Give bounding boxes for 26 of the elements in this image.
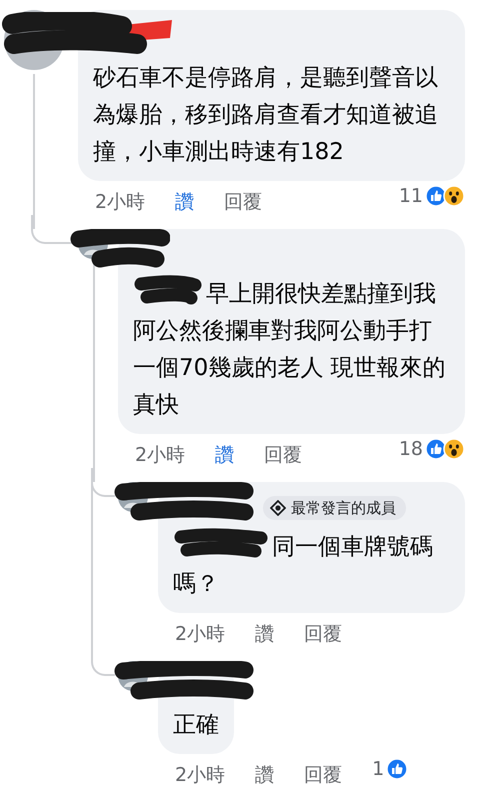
like-icon bbox=[386, 758, 408, 780]
member-badge: 最常發言的成員 bbox=[263, 496, 406, 520]
wow-icon bbox=[443, 185, 465, 207]
badge-icon bbox=[270, 500, 286, 516]
comment-text: 同一個車牌號碼嗎？ bbox=[173, 528, 450, 603]
comment-text: 正確 bbox=[173, 711, 219, 740]
reaction-count: 11 bbox=[398, 185, 423, 207]
wow-icon bbox=[443, 438, 465, 460]
reply-link[interactable]: 回覆 bbox=[224, 189, 262, 215]
reaction-count: 1 bbox=[372, 758, 384, 780]
timestamp: 2小時 bbox=[175, 763, 226, 788]
like-icon bbox=[425, 438, 447, 460]
like-link[interactable]: 讚 bbox=[255, 762, 274, 788]
reply-link[interactable]: 回覆 bbox=[304, 621, 342, 647]
reaction-count: 18 bbox=[398, 438, 423, 460]
like-link[interactable]: 讚 bbox=[215, 442, 234, 468]
timestamp: 2小時 bbox=[95, 190, 146, 215]
reply-link[interactable]: 回覆 bbox=[264, 442, 302, 468]
like-link[interactable]: 讚 bbox=[175, 189, 194, 215]
like-link[interactable]: 讚 bbox=[255, 621, 274, 647]
reply-link[interactable]: 回覆 bbox=[304, 762, 342, 788]
like-icon bbox=[425, 185, 447, 207]
timestamp: 2小時 bbox=[135, 443, 186, 468]
comment-text: 早上開很快差點撞到我阿公然後攔車對我阿公動手打一個70幾歲的老人 現世報來的真快 bbox=[133, 275, 450, 424]
comment-text: 砂石車不是停路肩，是聽到聲音以為爆胎，移到路肩查看才知道被追撞，小車測出時速有182 bbox=[93, 64, 439, 167]
timestamp: 2小時 bbox=[175, 622, 226, 647]
